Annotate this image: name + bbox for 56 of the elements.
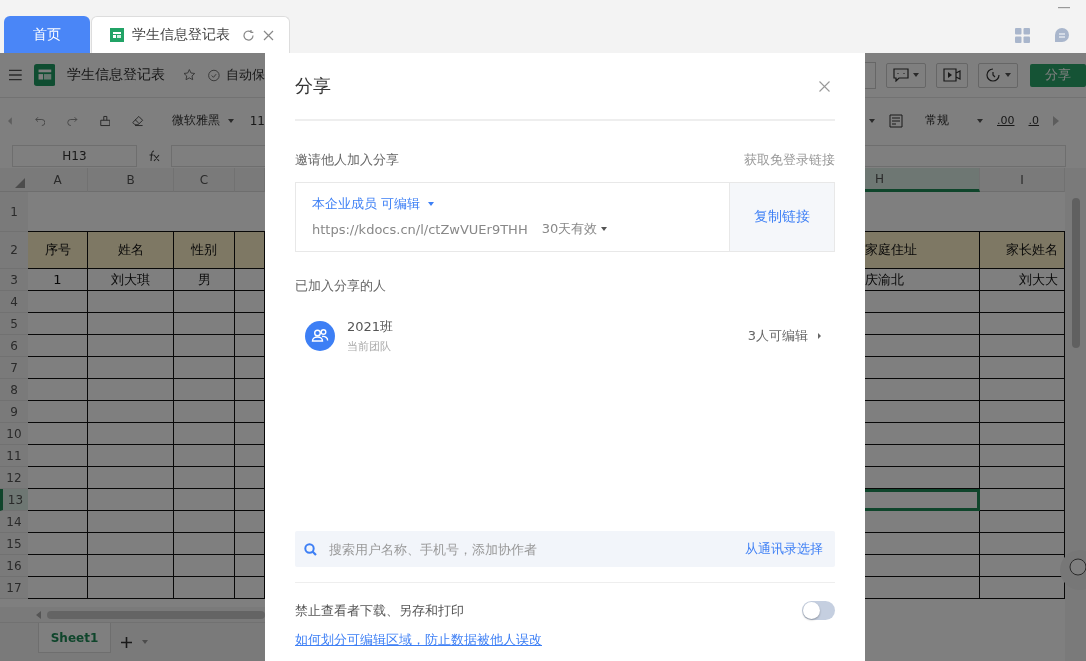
row-header[interactable]: 12 xyxy=(0,467,28,489)
table-cell: 家长姓名 xyxy=(980,232,1065,269)
document-title: 学生信息登记表 xyxy=(67,66,166,84)
table-cell: 性别 xyxy=(174,232,235,269)
autosave-status: 自动保 xyxy=(226,66,265,84)
table-cell: 家庭住址 xyxy=(865,232,980,269)
row-header[interactable]: 5 xyxy=(0,313,28,335)
home-tab[interactable]: 首页 xyxy=(4,16,90,53)
member-permission-dropdown[interactable]: 3人可编辑 xyxy=(747,327,835,345)
row-header[interactable]: 14 xyxy=(0,511,28,533)
row-header[interactable]: 15 xyxy=(0,533,28,555)
restrict-download-label: 禁止查看者下载、另存和打印 xyxy=(295,601,464,620)
row-header[interactable]: 6 xyxy=(0,335,28,357)
column-header[interactable]: B xyxy=(88,168,174,192)
row-header[interactable]: 4 xyxy=(0,291,28,313)
member-name: 2021班 xyxy=(347,318,395,336)
table-cell: 男 xyxy=(174,269,235,291)
column-header[interactable]: H xyxy=(865,168,980,192)
row-header[interactable]: 11 xyxy=(0,445,28,467)
table-cell: 1 xyxy=(28,269,88,291)
row-header[interactable]: 3 xyxy=(0,269,28,291)
no-login-link[interactable]: 获取免登录链接 xyxy=(744,151,835,169)
search-field[interactable]: 搜索用户名称、手机号，添加协作者 从通讯录选择 xyxy=(295,531,835,567)
decrease-decimal-button[interactable]: .0 xyxy=(1028,114,1039,127)
document-tab[interactable]: 学生信息登记表 xyxy=(91,16,290,53)
table-cell: 序号 xyxy=(28,232,88,269)
column-header[interactable]: C xyxy=(174,168,235,192)
row-header[interactable]: 8 xyxy=(0,379,28,401)
row-header[interactable]: 17 xyxy=(0,577,28,599)
share-button[interactable]: 分享 xyxy=(1029,63,1086,87)
member-subtitle: 当前团队 xyxy=(347,339,392,354)
font-dropdown[interactable]: 微软雅黑 xyxy=(171,112,234,129)
table-cell: 刘大琪 xyxy=(88,269,174,291)
section-label: 邀请他人加入分享 xyxy=(295,151,399,169)
column-header[interactable]: A xyxy=(28,168,88,192)
contacts-link[interactable]: 从通讯录选择 xyxy=(745,540,823,558)
row-header[interactable]: 1 xyxy=(0,192,28,232)
row-header[interactable]: 13 xyxy=(0,489,28,511)
table-cell: 姓名 xyxy=(88,232,174,269)
copy-link-button[interactable]: 复制链接 xyxy=(729,183,834,251)
section-label: 已加入分享的人 xyxy=(295,277,387,295)
help-link[interactable]: 如何划分可编辑区域，防止数据被他人误改 xyxy=(295,631,542,649)
permission-dropdown[interactable]: 本企业成员 可编辑 xyxy=(312,195,713,213)
row-header[interactable]: 2 xyxy=(0,232,28,269)
sheet-tab[interactable]: Sheet1 xyxy=(38,623,111,653)
font-size-field[interactable]: 11 xyxy=(249,113,265,128)
row-header[interactable]: 10 xyxy=(0,423,28,445)
share-url: https://kdocs.cn/l/ctZwVUEr9THH xyxy=(312,221,528,237)
dialog-title: 分享 xyxy=(295,74,331,98)
number-format-dropdown[interactable]: 常规 xyxy=(925,112,983,129)
validity-dropdown[interactable]: 30天有效 xyxy=(541,220,608,238)
cell-reference-field[interactable]: H13 xyxy=(12,144,137,167)
row-header[interactable]: 16 xyxy=(0,555,28,577)
increase-decimal-button[interactable]: .00 xyxy=(997,114,1015,127)
row-header[interactable]: 7 xyxy=(0,357,28,379)
row-header[interactable]: 9 xyxy=(0,401,28,423)
